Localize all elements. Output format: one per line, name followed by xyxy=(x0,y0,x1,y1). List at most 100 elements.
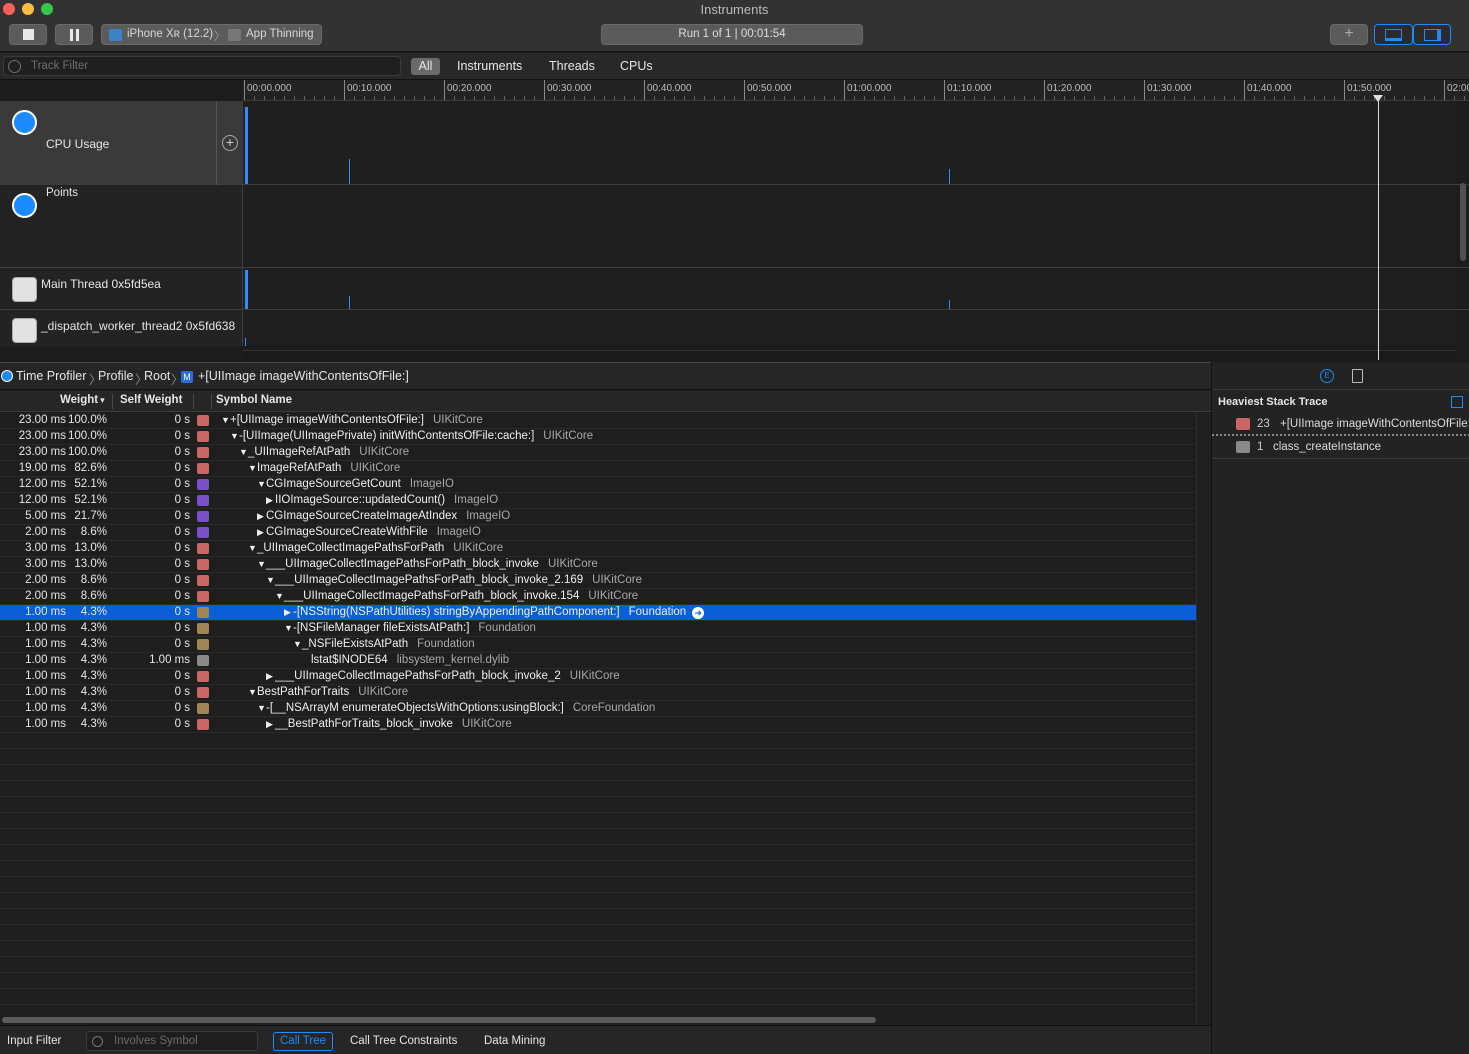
disclosure-triangle-icon[interactable]: ▼ xyxy=(293,639,302,649)
heaviest-stack-item[interactable]: 23 +[UIImage imageWithContentsOfFile:] xyxy=(1212,414,1469,436)
breadcrumb-current[interactable]: +[UIImage imageWithContentsOfFile:] xyxy=(198,369,409,383)
extended-detail-icon[interactable]: E xyxy=(1320,369,1334,383)
symbol-name: CGImageSourceGetCount xyxy=(266,478,401,490)
heaviest-stack-item[interactable]: 1 class_createInstance xyxy=(1212,437,1469,459)
table-row[interactable]: 1.00 ms 4.3% 1.00 ms lstat$INODE64 libsystem… xyxy=(0,653,1196,669)
disclosure-triangle-icon[interactable]: ▼ xyxy=(221,415,230,425)
table-row[interactable]: 12.00 ms 52.1% 0 s ▶ IIOImageSource::updated… xyxy=(0,493,1196,509)
empty-row xyxy=(0,861,1196,877)
percent-cell: 8.6% xyxy=(80,574,107,586)
disclosure-triangle-icon[interactable]: ▼ xyxy=(248,463,257,473)
symbol-name: BestPathForTraits xyxy=(257,686,350,698)
table-row[interactable]: 2.00 ms 8.6% 0 s ▶ CGImageSourceCreateWithFi… xyxy=(0,525,1196,541)
table-row[interactable]: 2.00 ms 8.6% 0 s ▼___UIImageCollectImagePat… xyxy=(0,573,1196,589)
disclosure-triangle-icon[interactable]: ▼ xyxy=(248,687,257,697)
disclosure-triangle-icon[interactable]: ▼ xyxy=(257,703,266,713)
main-thread-graph[interactable] xyxy=(243,268,1456,309)
disclosure-triangle-icon[interactable]: ▼ xyxy=(248,543,257,553)
self-weight-column-header[interactable]: Self Weight xyxy=(120,394,182,406)
library-name: ImageIO xyxy=(466,510,511,522)
symbol-name-column-header[interactable]: Symbol Name xyxy=(216,394,292,406)
inspection-head[interactable] xyxy=(1373,95,1383,360)
disclosure-triangle-icon[interactable]: ▼ xyxy=(266,575,275,585)
segment-instruments[interactable]: Instruments xyxy=(457,58,522,75)
weight-cell: 2.00 ms xyxy=(25,574,66,586)
go-to-source-icon[interactable]: ➜ xyxy=(692,607,705,619)
disclosure-triangle-icon[interactable]: ▶ xyxy=(266,671,275,682)
library-icon xyxy=(197,639,209,650)
table-row[interactable]: 1.00 ms 4.3% 0 s ▶ ___UIImageCollectImagePat… xyxy=(0,669,1196,685)
table-row[interactable]: 1.00 ms 4.3% 0 s ▼-[__NSArrayM enumerateObj… xyxy=(0,701,1196,717)
call-tree-scrollbar[interactable] xyxy=(1196,413,1211,1025)
empty-row xyxy=(0,989,1196,1005)
call-tree-constraints-button[interactable]: Call Tree Constraints xyxy=(350,1035,457,1047)
disclosure-triangle-icon[interactable]: ▶ xyxy=(257,511,266,522)
disclosure-triangle-icon[interactable]: ▶ xyxy=(257,527,266,538)
segment-cpus[interactable]: CPUs xyxy=(620,58,653,75)
playhead-handle-icon[interactable] xyxy=(1373,95,1383,102)
table-row[interactable]: 12.00 ms 52.1% 0 s ▼CGImageSourceGetCount Im… xyxy=(0,477,1196,493)
library-name: UIKitCore xyxy=(461,718,512,730)
weight-column-header[interactable]: Weight ▾ xyxy=(60,394,105,406)
collapse-stack-icon[interactable] xyxy=(1451,396,1463,408)
disclosure-triangle-icon[interactable]: ▼ xyxy=(275,591,284,601)
breadcrumb-profile[interactable]: Profile xyxy=(98,369,133,383)
call-tree-hscroll[interactable] xyxy=(0,1015,1196,1025)
table-row[interactable]: 1.00 ms 4.3% 0 s ▶ -[NSString(NSPathUtilitie… xyxy=(0,605,1196,621)
disclosure-triangle-icon[interactable]: ▼ xyxy=(239,447,248,457)
track-worker-thread[interactable]: _dispatch_worker_thread2 0x5fd638 xyxy=(0,310,1469,346)
table-row[interactable]: 1.00 ms 4.3% 0 s ▼-[NSFileManager fileExist… xyxy=(0,621,1196,637)
call-tree-button[interactable]: Call Tree xyxy=(273,1032,334,1051)
table-row[interactable]: 1.00 ms 4.3% 0 s ▼BestPathForTraits UIKitCor… xyxy=(0,685,1196,701)
percent-cell: 52.1% xyxy=(74,494,107,506)
disclosure-triangle-icon[interactable]: ▼ xyxy=(284,623,293,633)
disclosure-triangle-icon[interactable]: ▶ xyxy=(266,719,275,730)
run-status[interactable]: Run 1 of 1 | 00:01:54 xyxy=(601,24,863,45)
document-icon[interactable] xyxy=(1352,369,1363,383)
table-row[interactable]: 2.00 ms 8.6% 0 s ▼___UIImageCollectImagePat… xyxy=(0,589,1196,605)
involves-symbol-input[interactable]: Involves Symbol xyxy=(86,1031,258,1051)
disclosure-triangle-icon[interactable]: ▶ xyxy=(266,495,275,506)
target-selector[interactable]: iPhone Xʀ (12.2) 〉 App Thinning xyxy=(101,24,322,45)
timeline-hscroll[interactable] xyxy=(243,350,1456,359)
disclosure-triangle-icon[interactable]: ▶ xyxy=(284,607,293,618)
track-points[interactable]: Points xyxy=(0,185,1469,268)
table-row[interactable]: 1.00 ms 4.3% 0 s ▼_NSFileExistsAtPath Founda… xyxy=(0,637,1196,653)
track-main-thread[interactable]: Main Thread 0x5fd5ea xyxy=(0,268,1469,310)
points-graph[interactable] xyxy=(243,185,1456,267)
percent-cell: 52.1% xyxy=(74,478,107,490)
time-ruler[interactable]: 00:00.000 00:10.000 00:20.000 00:30.000 00:4… xyxy=(243,80,1469,101)
empty-row xyxy=(0,925,1196,941)
table-row[interactable]: 5.00 ms 21.7% 0 s ▶ CGImageSourceCreateImage… xyxy=(0,509,1196,525)
worker-thread-graph[interactable] xyxy=(243,310,1456,346)
library-icon xyxy=(197,527,209,538)
add-plot-icon[interactable]: + xyxy=(222,135,238,151)
toggle-right-pane-button[interactable] xyxy=(1413,24,1451,45)
track-filter-input[interactable]: Track Filter xyxy=(3,56,401,76)
data-mining-button[interactable]: Data Mining xyxy=(484,1035,545,1047)
weight-cell: 5.00 ms xyxy=(25,510,66,522)
disclosure-triangle-icon[interactable]: ▼ xyxy=(230,431,239,441)
breadcrumb-root[interactable]: Root xyxy=(144,369,170,383)
table-row[interactable]: 1.00 ms 4.3% 0 s ▶ __BestPathForTraits_block… xyxy=(0,717,1196,733)
add-instrument-button[interactable]: + xyxy=(1330,24,1368,45)
segment-all[interactable]: All xyxy=(411,58,440,75)
table-row[interactable]: 3.00 ms 13.0% 0 s ▼_UIImageCollectImagePath… xyxy=(0,541,1196,557)
disclosure-triangle-icon[interactable]: ▼ xyxy=(257,559,266,569)
cpu-usage-graph[interactable] xyxy=(243,101,1456,184)
library-icon xyxy=(197,607,209,618)
toggle-bottom-pane-button[interactable] xyxy=(1374,24,1413,45)
self-weight-cell: 0 s xyxy=(174,446,190,458)
disclosure-triangle-icon[interactable]: ▼ xyxy=(257,479,266,489)
stop-recording-button[interactable] xyxy=(9,24,47,45)
timeline-scrollbar[interactable] xyxy=(1460,183,1466,261)
pause-recording-button[interactable] xyxy=(55,24,93,45)
table-row[interactable]: 3.00 ms 13.0% 0 s ▼___UIImageCollectImagePa… xyxy=(0,557,1196,573)
table-row[interactable]: 23.00 ms 100.0% 0 s ▼+[UIImage imageWithCon… xyxy=(0,413,1196,429)
segment-threads[interactable]: Threads xyxy=(549,58,595,75)
table-row[interactable]: 23.00 ms 100.0% 0 s ▼_UIImageRefAtPath UIKit… xyxy=(0,445,1196,461)
breadcrumb-time-profiler[interactable]: Time Profiler xyxy=(16,369,86,383)
table-row[interactable]: 23.00 ms 100.0% 0 s ▼-[UIImage(UIImagePriva… xyxy=(0,429,1196,445)
table-row[interactable]: 19.00 ms 82.6% 0 s ▼ImageRefAtPath UIKitCore xyxy=(0,461,1196,477)
track-cpu-usage[interactable]: CPU Usage + xyxy=(0,101,1469,185)
